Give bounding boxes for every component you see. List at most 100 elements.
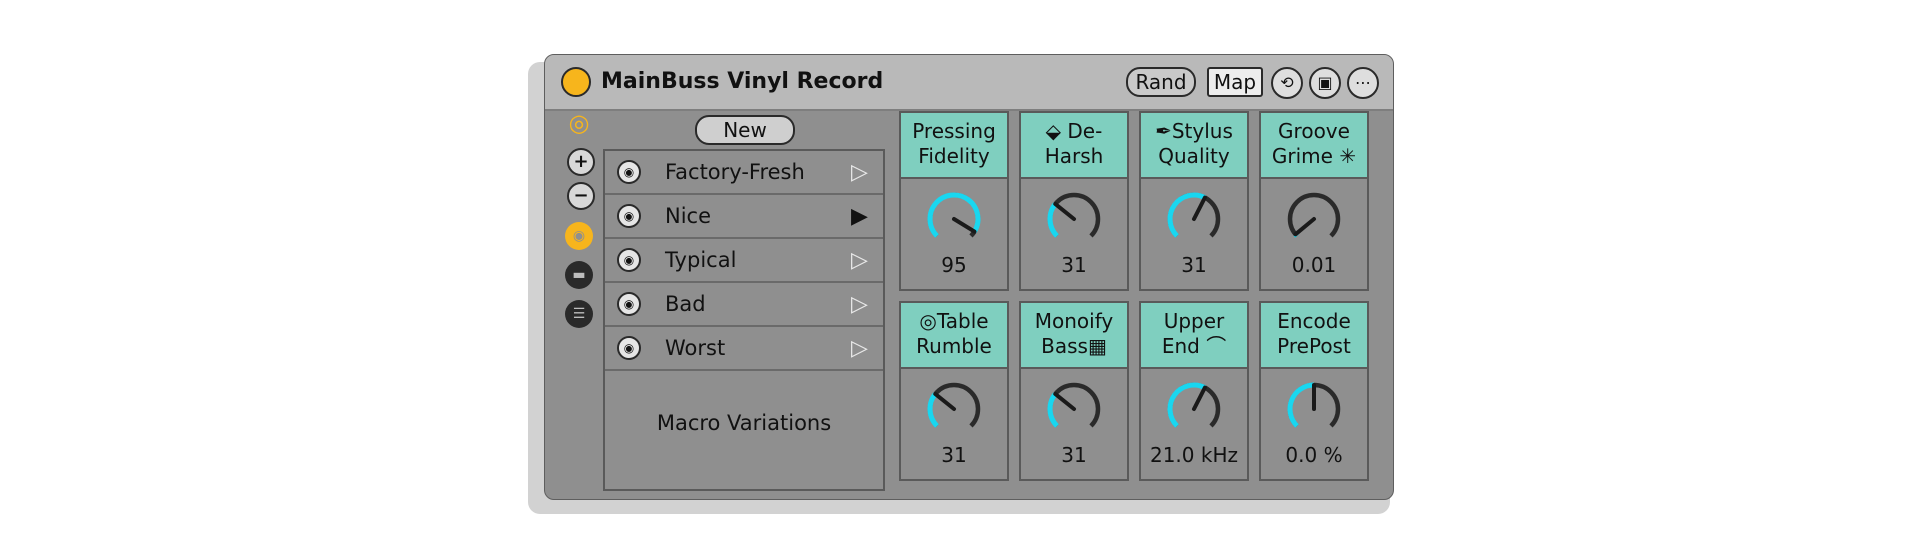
macro-groove-grime: Groove Grime ✳ 0.01 [1259, 111, 1369, 291]
macro-value: 31 [1061, 443, 1087, 467]
knob-pointer [1053, 391, 1076, 411]
macro-header: ✒Stylus Quality [1141, 113, 1247, 179]
play-icon[interactable]: ▷ [851, 336, 868, 361]
knob-arc [1167, 192, 1207, 238]
macro-value: 95 [941, 253, 967, 277]
macro-header: ◎Table Rumble [901, 303, 1007, 369]
macro-de-harsh: ⬙ De- Harsh 31 [1019, 111, 1129, 291]
knob-arc [1167, 382, 1207, 428]
macro-header: Encode PrePost [1261, 303, 1367, 369]
macro-value: 31 [1181, 253, 1207, 277]
macro-knob[interactable] [924, 379, 984, 439]
knob-track [1287, 192, 1341, 238]
knob-arc [1287, 382, 1315, 428]
macro-header: Groove Grime ✳ [1261, 113, 1367, 179]
macro-name-line1: Monoify [1034, 309, 1114, 333]
feather-icon: ✒ [1155, 119, 1172, 143]
camera-icon[interactable]: ◉ [617, 336, 641, 360]
macro-name-line2: Grime ✳ [1271, 144, 1357, 168]
new-variation-button[interactable]: New [695, 115, 795, 145]
macro-monoify-bass: Monoify Bass▦ 31 [1019, 301, 1129, 481]
save-icon: ▣ [1317, 73, 1333, 92]
macro-knob[interactable] [1044, 189, 1104, 249]
eraser-icon: ⬙ [1045, 119, 1062, 143]
macro-name-line1: Upper [1163, 309, 1225, 333]
macro-pressing-fidelity: Pressing Fidelity 95 [899, 111, 1009, 291]
macro-name-line2: End ⌒ [1161, 334, 1227, 358]
add-chain-button[interactable]: + [567, 148, 595, 176]
macro-stylus-quality: ✒Stylus Quality 31 [1139, 111, 1249, 291]
variation-row[interactable]: ◉ Factory-Fresh ▷ [605, 151, 883, 195]
macro-name-line2: Rumble [916, 334, 992, 358]
variations-title: Macro Variations [656, 411, 832, 435]
hotswap-rail-button[interactable]: ◎ [565, 109, 593, 137]
camera-icon[interactable]: ◉ [617, 204, 641, 228]
macro-name-line1: ⬙ De- [1045, 119, 1103, 143]
knob-arc [1047, 202, 1059, 238]
macro-value: 0.01 [1291, 253, 1337, 277]
variations-toggle-button[interactable]: ◉ [565, 222, 593, 250]
knob-arc [927, 392, 939, 428]
remove-chain-button[interactable]: − [567, 182, 595, 210]
macro-name-line2: PrePost [1277, 334, 1351, 358]
variation-row[interactable]: ◉ Worst ▷ [605, 327, 883, 371]
variation-label: Nice [665, 204, 712, 228]
macro-value: 31 [941, 443, 967, 467]
knob-pointer [1053, 201, 1076, 221]
knob-pointer [933, 391, 956, 411]
knob-pointer [952, 217, 977, 234]
macro-name-line1: ◎Table [919, 309, 989, 333]
macro-header: Pressing Fidelity [901, 113, 1007, 179]
save-preset-button[interactable]: ▣ [1309, 67, 1341, 99]
chain-list-toggle-button[interactable]: ▬ [565, 261, 593, 289]
variation-label: Typical [665, 248, 737, 272]
hotswap-button[interactable]: ⟲ [1271, 67, 1303, 99]
macro-name-line2: Harsh [1044, 144, 1104, 168]
more-options-button[interactable]: ⋯ [1347, 67, 1379, 99]
macro-value: 31 [1061, 253, 1087, 277]
rack-device: MainBuss Vinyl Record Rand Map ⟲ ▣ ⋯ ◎ +… [544, 54, 1394, 500]
camera-icon: ◉ [572, 228, 586, 244]
macro-name-line1: Groove [1278, 119, 1350, 143]
knob-track [1047, 382, 1101, 428]
macro-knob[interactable] [1284, 379, 1344, 439]
record-icon: ◎ [919, 309, 937, 333]
hotswap-icon: ◎ [568, 109, 590, 137]
macro-name-line2: Quality [1158, 144, 1230, 168]
device-power-toggle[interactable] [561, 67, 591, 97]
macro-header: Upper End ⌒ [1141, 303, 1247, 369]
more-icon: ⋯ [1355, 73, 1371, 92]
bug-icon: ✳ [1339, 144, 1357, 168]
macro-knob[interactable] [924, 189, 984, 249]
macro-table-rumble: ◎Table Rumble 31 [899, 301, 1009, 481]
knob-arc [1047, 392, 1059, 428]
map-button[interactable]: Map [1207, 67, 1263, 97]
play-icon[interactable]: ▷ [851, 248, 868, 273]
macro-knob[interactable] [1164, 379, 1224, 439]
macro-encode-prepost: Encode PrePost 0.0 % [1259, 301, 1369, 481]
play-icon[interactable]: ▷ [851, 292, 868, 317]
macro-header: ⬙ De- Harsh [1021, 113, 1127, 179]
hotswap-icon: ⟲ [1280, 73, 1294, 92]
device-titlebar: MainBuss Vinyl Record Rand Map ⟲ ▣ ⋯ [545, 55, 1393, 111]
variation-row[interactable]: ◉ Bad ▷ [605, 283, 883, 327]
knob-track [927, 382, 981, 428]
plus-icon: + [573, 151, 589, 172]
camera-icon[interactable]: ◉ [617, 160, 641, 184]
play-icon[interactable]: ▶ [851, 204, 868, 229]
macro-knob[interactable] [1044, 379, 1104, 439]
macro-knob[interactable] [1164, 189, 1224, 249]
macro-header: Monoify Bass▦ [1021, 303, 1127, 369]
macro-name-line2: Fidelity [918, 144, 990, 168]
variation-row[interactable]: ◉ Typical ▷ [605, 239, 883, 283]
macro-name-line1: ✒Stylus [1155, 119, 1233, 143]
camera-icon[interactable]: ◉ [617, 248, 641, 272]
knob-pointer [1192, 385, 1207, 411]
variation-row[interactable]: ◉ Nice ▶ [605, 195, 883, 239]
device-list-toggle-button[interactable]: ☰ [565, 300, 593, 328]
macro-knob[interactable] [1284, 189, 1344, 249]
play-icon[interactable]: ▷ [851, 160, 868, 185]
list-icon: ☰ [572, 306, 586, 322]
rand-button[interactable]: Rand [1126, 67, 1196, 97]
camera-icon[interactable]: ◉ [617, 292, 641, 316]
